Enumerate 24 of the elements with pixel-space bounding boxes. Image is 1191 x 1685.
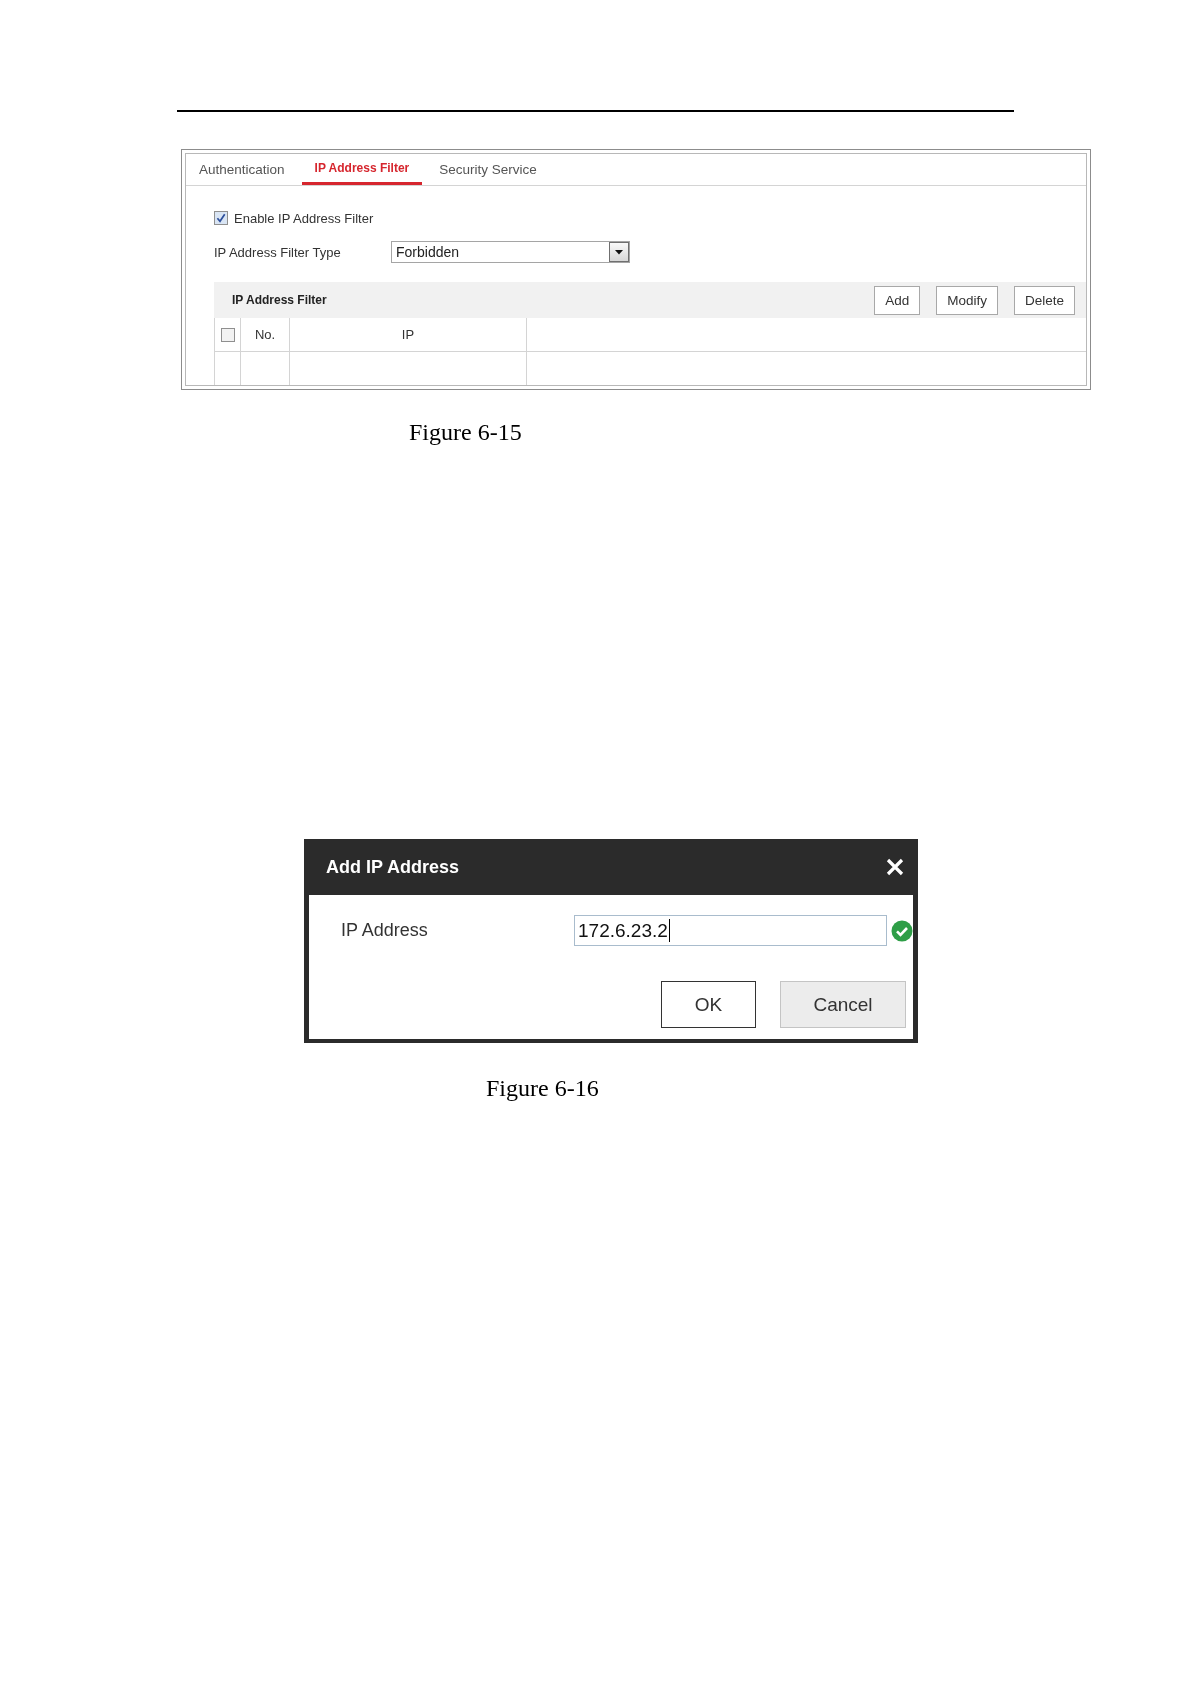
dialog-title: Add IP Address: [326, 856, 460, 878]
tab[interactable]: Authentication: [186, 154, 298, 185]
figure-caption: Figure 6-15: [409, 418, 522, 446]
field-label: IP Address Filter Type: [214, 244, 342, 260]
checkbox[interactable]: [214, 211, 228, 225]
tab[interactable]: Security Service: [426, 154, 550, 185]
figure-caption: Figure 6-16: [486, 1074, 599, 1102]
close-button[interactable]: [886, 858, 904, 876]
checkbox[interactable]: [220, 327, 235, 342]
caret-icon: [609, 242, 629, 262]
toolbar-button[interactable]: Modify: [936, 285, 998, 315]
tab[interactable]: IP Address Filter: [301, 154, 423, 185]
table-title: IP Address Filter: [232, 293, 328, 307]
input-field[interactable]: 172.6.23.2: [574, 915, 887, 946]
close-icon: [886, 858, 904, 876]
dialog-button[interactable]: Cancel: [780, 981, 906, 1028]
field-label: IP Address: [341, 920, 429, 941]
filter-type-select[interactable]: Forbidden: [391, 241, 630, 263]
toolbar-button[interactable]: Add: [874, 285, 921, 315]
checkbox-label: Enable IP Address Filter: [234, 210, 374, 226]
dialog-button[interactable]: OK: [661, 981, 756, 1028]
column-header: IP: [401, 327, 415, 342]
column-header: No.: [254, 327, 276, 342]
toolbar-button[interactable]: Delete: [1013, 285, 1075, 315]
